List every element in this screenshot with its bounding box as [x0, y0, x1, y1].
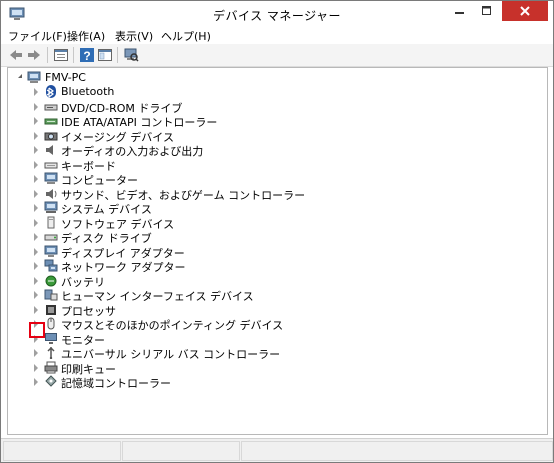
expand-arrow-icon[interactable] [34, 190, 38, 198]
print-queue-icon [44, 361, 58, 374]
help-icon[interactable]: ? [79, 47, 95, 63]
expand-arrow-icon[interactable] [34, 364, 38, 372]
collapse-arrow-icon[interactable] [18, 74, 22, 78]
system-device-icon [44, 201, 58, 213]
device-category-label: マウスとそのほかのポインティング デバイス [61, 319, 284, 332]
back-icon[interactable] [8, 47, 24, 63]
network-adapter-icon [44, 259, 58, 272]
software-device-icon [47, 216, 55, 229]
device-category-label: コンピューター [61, 174, 138, 187]
console-icon[interactable] [97, 47, 113, 63]
expand-arrow-icon[interactable] [34, 262, 38, 270]
expand-arrow-icon[interactable] [34, 306, 38, 314]
maximize-button[interactable] [474, 1, 500, 21]
imaging-device-icon [44, 132, 58, 141]
scan-hardware-icon[interactable] [123, 47, 139, 63]
status-cell [122, 441, 240, 461]
expand-arrow-icon[interactable] [34, 103, 38, 111]
expand-arrow-icon[interactable] [34, 117, 38, 125]
toolbar: ? [1, 44, 553, 67]
device-category-label: 記憶域コントローラー [61, 377, 171, 390]
battery-icon [45, 275, 57, 287]
device-category-label: ネットワーク アダプター [61, 261, 186, 274]
keyboard-icon [44, 162, 58, 169]
disk-drive-icon [44, 234, 58, 241]
svg-text:?: ? [83, 49, 90, 63]
mouse-icon [47, 317, 55, 330]
expand-arrow-icon[interactable] [34, 204, 38, 212]
expand-arrow-icon[interactable] [34, 378, 38, 386]
expand-arrow-icon[interactable] [34, 161, 38, 169]
device-category-label: ディスク ドライブ [61, 232, 152, 245]
device-category-label: Bluetooth [61, 85, 115, 98]
device-category-label: ヒューマン インターフェイス デバイス [61, 290, 254, 303]
expand-arrow-icon[interactable] [34, 349, 38, 357]
expand-arrow-icon[interactable] [34, 88, 38, 96]
device-tree[interactable]: FMV-PC Bluetooth DVD/CD-ROM ドライブ IDE ATA/A… [7, 67, 548, 435]
expand-arrow-icon[interactable] [34, 233, 38, 241]
toolbar-separator [117, 47, 118, 63]
title-bar: デバイス マネージャー [1, 1, 553, 28]
dvd-drive-icon [44, 104, 58, 111]
menu-bar: ファイル(F) 操作(A) 表示(V) ヘルプ(H) [1, 25, 553, 44]
menu-view[interactable]: 表示(V) [115, 28, 153, 44]
status-cell [3, 441, 121, 461]
tree-root-label: FMV-PC [45, 71, 86, 84]
menu-action[interactable]: 操作(A) [67, 28, 105, 44]
expand-arrow-icon[interactable] [34, 146, 38, 154]
display-adapter-icon [44, 245, 58, 257]
device-category-label: オーディオの入力および出力 [61, 145, 204, 158]
computer-icon [27, 71, 41, 83]
properties-icon[interactable] [53, 47, 69, 63]
processor-icon [46, 305, 56, 315]
expand-arrow-icon[interactable] [34, 291, 38, 299]
ide-controller-icon [44, 118, 58, 125]
expand-arrow-icon[interactable] [34, 219, 38, 227]
expand-arrow-icon[interactable] [34, 277, 38, 285]
expand-arrow-icon[interactable] [34, 175, 38, 183]
storage-controller-icon [45, 375, 57, 387]
computer-icon [44, 172, 58, 184]
close-icon [520, 6, 530, 16]
usb-icon [47, 346, 55, 359]
forward-icon[interactable] [26, 47, 42, 63]
sound-icon [46, 189, 57, 199]
close-button[interactable] [502, 1, 548, 21]
toolbar-separator [73, 47, 74, 63]
device-manager-window: デバイス マネージャー ファイル(F) 操作(A) 表示(V) ヘルプ(H) ?… [0, 0, 554, 463]
toolbar-separator [47, 47, 48, 63]
status-cell [241, 441, 553, 461]
maximize-icon [482, 6, 491, 15]
device-category-label: IDE ATA/ATAPI コントローラー [61, 116, 218, 129]
highlight-box [29, 322, 45, 338]
device-category-label: システム デバイス [61, 203, 152, 216]
menu-file[interactable]: ファイル(F) [8, 28, 67, 44]
hid-icon [44, 289, 58, 301]
menu-help[interactable]: ヘルプ(H) [161, 28, 211, 44]
minimize-icon [455, 12, 464, 14]
expand-arrow-icon[interactable] [34, 132, 38, 140]
bluetooth-icon [46, 85, 56, 98]
device-category-label: ユニバーサル シリアル バス コントローラー [61, 348, 281, 361]
audio-icon [46, 145, 53, 155]
status-bar [1, 438, 553, 462]
expand-arrow-icon[interactable] [34, 248, 38, 256]
minimize-button[interactable] [447, 1, 473, 21]
monitor-icon [45, 333, 57, 344]
